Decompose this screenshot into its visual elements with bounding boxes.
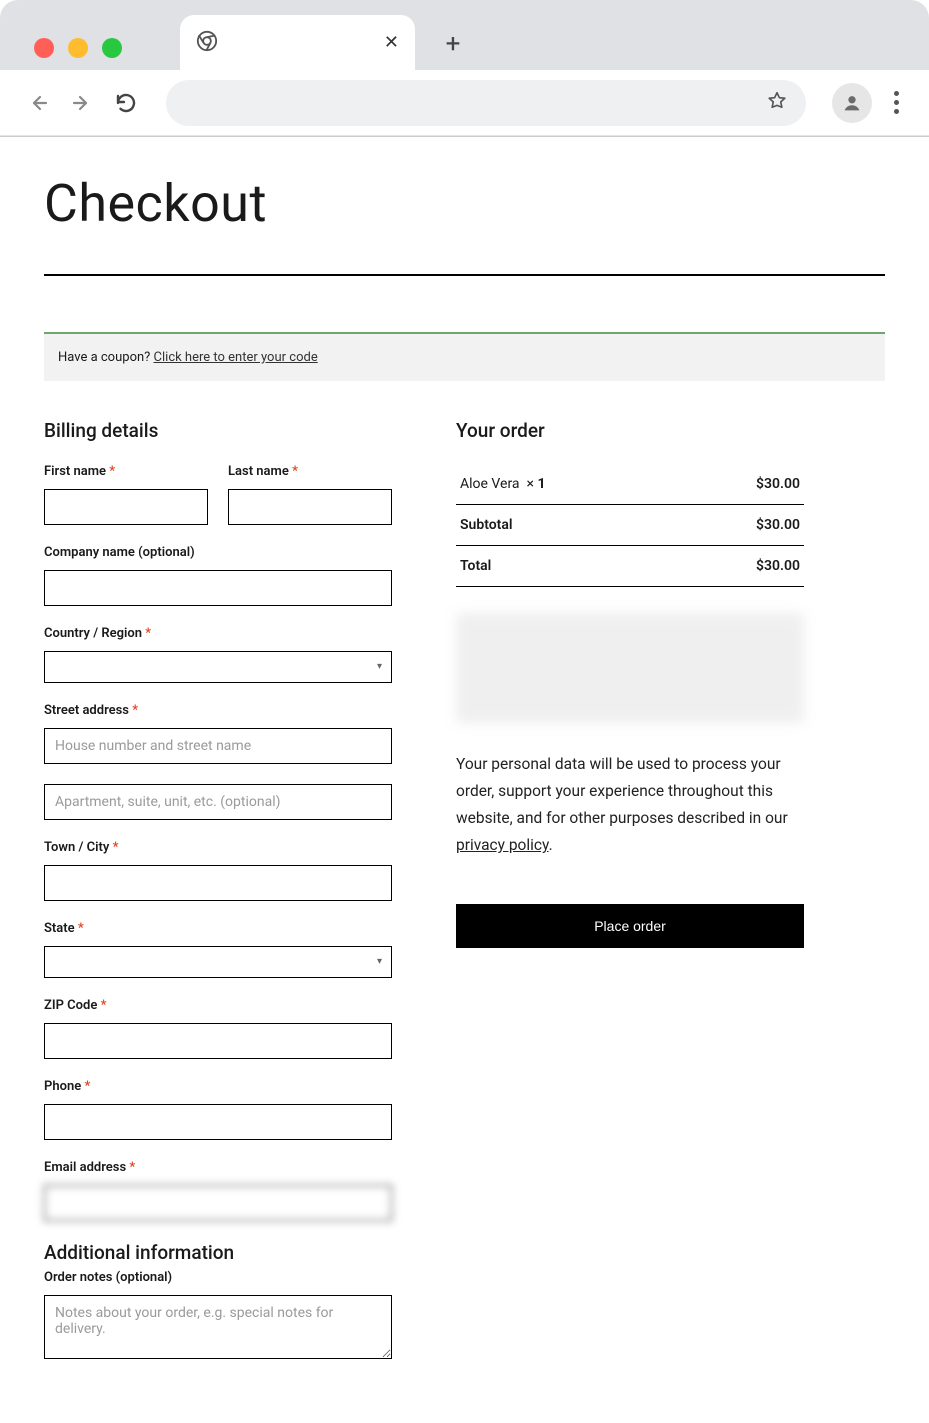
street-address-2-input[interactable] [44, 784, 392, 820]
tab-close-icon[interactable]: ✕ [384, 32, 399, 53]
zip-label: ZIP Code * [44, 998, 392, 1013]
city-label: Town / City * [44, 840, 392, 855]
browser-tab[interactable]: ✕ [180, 15, 415, 70]
order-notes-label: Order notes (optional) [44, 1270, 392, 1285]
window-controls [34, 38, 122, 58]
forward-button[interactable] [68, 89, 96, 117]
order-item-row: Aloe Vera × 1 $30.00 [456, 464, 804, 505]
chevron-down-icon: ▾ [377, 661, 382, 672]
address-bar[interactable] [166, 80, 806, 126]
window-close-button[interactable] [34, 38, 54, 58]
privacy-text: Your personal data will be used to proce… [456, 751, 804, 860]
coupon-prompt: Have a coupon? [58, 350, 154, 365]
country-select[interactable] [44, 651, 392, 683]
chevron-down-icon: ▾ [377, 956, 382, 967]
browser-menu-button[interactable] [888, 91, 905, 114]
star-icon[interactable] [766, 90, 788, 116]
company-input[interactable] [44, 570, 392, 606]
payment-methods-box [456, 613, 804, 723]
order-table: Aloe Vera × 1 $30.00 Subtotal $30.00 Tot… [456, 464, 804, 587]
order-subtotal-row: Subtotal $30.00 [456, 505, 804, 546]
back-button[interactable] [24, 89, 52, 117]
country-label: Country / Region * [44, 626, 392, 641]
last-name-label: Last name * [228, 464, 392, 479]
window-maximize-button[interactable] [102, 38, 122, 58]
page-title: Checkout [44, 173, 885, 234]
browser-toolbar [0, 70, 929, 136]
first-name-input[interactable] [44, 489, 208, 525]
browser-chrome: ✕ + [0, 0, 929, 137]
first-name-label: First name * [44, 464, 208, 479]
new-tab-button[interactable]: + [433, 24, 473, 64]
reload-button[interactable] [112, 89, 140, 117]
street-address-input[interactable] [44, 728, 392, 764]
billing-column: Billing details First name * Last name *… [44, 419, 392, 1383]
subtotal-label: Subtotal [456, 505, 680, 546]
order-item-name: Aloe Vera × 1 [456, 464, 680, 505]
order-column: Your order Aloe Vera × 1 $30.00 Subtotal… [456, 419, 804, 948]
coupon-notice: Have a coupon? Click here to enter your … [44, 332, 885, 381]
order-item-total: $30.00 [680, 464, 804, 505]
email-label: Email address * [44, 1160, 392, 1175]
zip-input[interactable] [44, 1023, 392, 1059]
billing-heading: Billing details [44, 419, 392, 442]
window-minimize-button[interactable] [68, 38, 88, 58]
additional-heading: Additional information [44, 1241, 392, 1264]
order-notes-textarea[interactable] [44, 1295, 392, 1359]
order-heading: Your order [456, 419, 804, 442]
email-input[interactable] [44, 1185, 392, 1221]
page-content: Checkout Have a coupon? Click here to en… [0, 137, 929, 1423]
tab-strip: ✕ + [0, 10, 929, 70]
phone-label: Phone * [44, 1079, 392, 1094]
order-total-row: Total $30.00 [456, 546, 804, 587]
total-value: $30.00 [680, 546, 804, 587]
privacy-policy-link[interactable]: privacy policy [456, 836, 549, 854]
profile-button[interactable] [832, 83, 872, 123]
chrome-icon [196, 30, 218, 56]
total-label: Total [456, 546, 680, 587]
subtotal-value: $30.00 [680, 505, 804, 546]
state-select[interactable] [44, 946, 392, 978]
place-order-button[interactable]: Place order [456, 904, 804, 948]
street-label: Street address * [44, 703, 392, 718]
title-divider [44, 274, 885, 276]
phone-input[interactable] [44, 1104, 392, 1140]
city-input[interactable] [44, 865, 392, 901]
coupon-link[interactable]: Click here to enter your code [154, 350, 318, 365]
last-name-input[interactable] [228, 489, 392, 525]
state-label: State * [44, 921, 392, 936]
company-label: Company name (optional) [44, 545, 392, 560]
